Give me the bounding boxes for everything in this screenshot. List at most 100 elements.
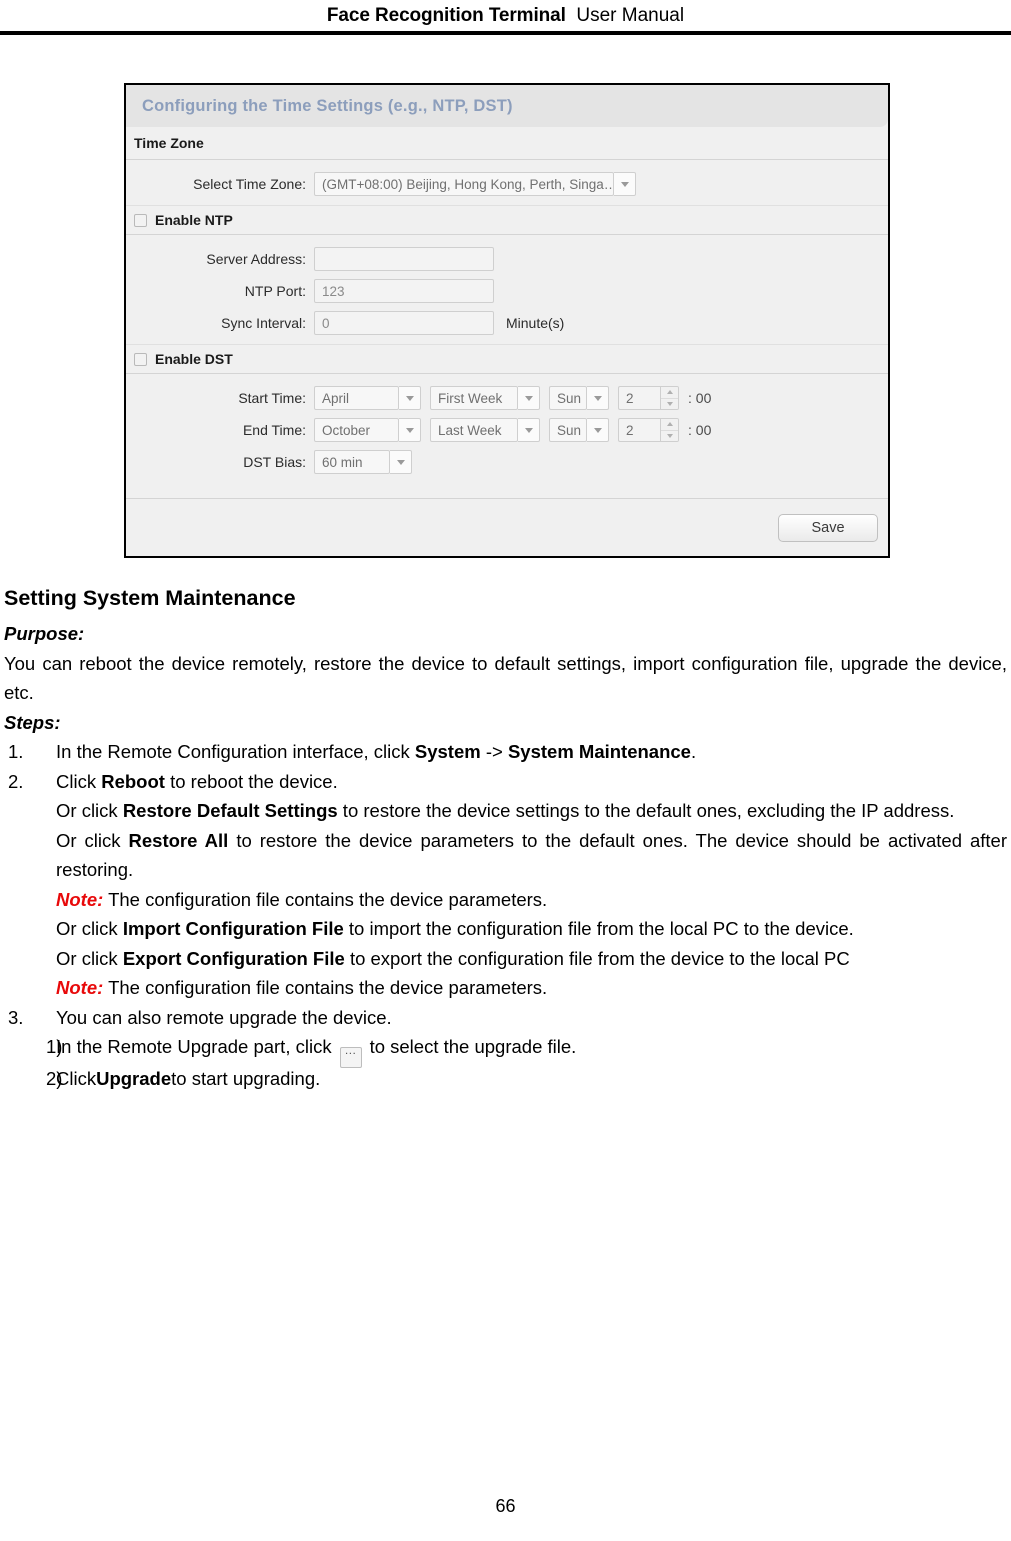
section-heading: Setting System Maintenance	[4, 586, 296, 610]
end-day-dropdown[interactable]: Sun	[549, 418, 609, 442]
save-button[interactable]: Save	[778, 513, 878, 542]
end-week-dropdown[interactable]: Last Week	[430, 418, 540, 442]
dst-bias-dropdown[interactable]: 60 min	[314, 450, 412, 474]
select-time-zone-value: (GMT+08:00) Beijing, Hong Kong, Perth, S…	[314, 172, 614, 196]
step-2-note-1: Note: The configuration file contains th…	[56, 888, 548, 910]
end-month-value: October	[314, 418, 399, 442]
ntp-port-label: NTP Port:	[244, 283, 306, 299]
step-2-line-2: Or click Restore Default Settings to res…	[56, 800, 955, 821]
list-item: 1. In the Remote Configuration interface…	[4, 737, 1007, 767]
dialog-title: Configuring the Time Settings (e.g., NTP…	[142, 96, 513, 115]
start-time-row: Start Time: April First Week Sun 2: 00	[126, 383, 888, 413]
start-week-dropdown[interactable]: First Week	[430, 386, 540, 410]
start-week-value: First Week	[430, 386, 518, 410]
substep-2-text: Click Upgrade to start upgrading.	[56, 1068, 321, 1089]
stepper-up-icon[interactable]	[661, 387, 678, 399]
start-month-dropdown[interactable]: April	[314, 386, 421, 410]
dialog-body: Time Zone Select Time Zone: (GMT+08:00) …	[126, 127, 888, 483]
sync-interval-row: Sync Interval: 0 Minute(s)	[126, 308, 888, 338]
dialog-titlebar: Configuring the Time Settings (e.g., NTP…	[126, 85, 888, 127]
chevron-down-icon	[399, 386, 421, 410]
page-header: Face Recognition Terminal User Manual	[0, 0, 1011, 29]
step-3-number: 3.	[8, 1006, 24, 1028]
substep-1-number: 1)	[46, 1036, 63, 1057]
server-address-input[interactable]	[314, 247, 494, 271]
start-hour-stepper-buttons[interactable]	[660, 386, 679, 410]
sync-interval-unit: Minute(s)	[506, 315, 565, 331]
chevron-down-icon	[518, 418, 540, 442]
list-item: 2. Click Reboot to reboot the device. Or…	[4, 767, 1007, 1003]
dst-bias-label: DST Bias:	[243, 454, 306, 470]
end-hour-stepper[interactable]: 2	[618, 418, 679, 442]
steps-list: 1. In the Remote Configuration interface…	[4, 737, 1007, 1094]
select-time-zone-dropdown[interactable]: (GMT+08:00) Beijing, Hong Kong, Perth, S…	[314, 172, 636, 196]
select-time-zone-row: Select Time Zone: (GMT+08:00) Beijing, H…	[126, 169, 888, 199]
purpose-text: You can reboot the device remotely, rest…	[4, 652, 1007, 704]
end-hour-stepper-buttons[interactable]	[660, 418, 679, 442]
step-3-sublist: 1) In the Remote Upgrade part, click… to …	[4, 1032, 1007, 1094]
start-month-value: April	[314, 386, 399, 410]
enable-ntp-checkbox[interactable]	[134, 213, 147, 227]
end-hour-value: 2	[618, 418, 660, 442]
step-2-note-2: Note: The configuration file contains th…	[56, 977, 548, 998]
header-divider	[0, 31, 1011, 35]
purpose-label: Purpose:	[4, 623, 85, 644]
step-2-line-4: Or click Import Configuration File to im…	[56, 918, 854, 939]
step-1-number: 1.	[8, 741, 24, 762]
document-body: Setting System Maintenance Purpose: You …	[4, 581, 1007, 1094]
sync-interval-input[interactable]: 0	[314, 311, 494, 335]
dialog-footer: Save	[126, 498, 888, 556]
start-hour-stepper[interactable]: 2	[618, 386, 679, 410]
time-zone-rows: Select Time Zone: (GMT+08:00) Beijing, H…	[126, 160, 888, 205]
enable-ntp-row[interactable]: Enable NTP	[126, 205, 888, 235]
step-2-line-5: Or click Export Configuration File to ex…	[56, 947, 850, 969]
stepper-down-icon[interactable]	[661, 430, 678, 441]
server-address-row: Server Address:	[126, 244, 888, 274]
end-week-value: Last Week	[430, 418, 518, 442]
page-number: 66	[495, 1496, 516, 1516]
step-2-text: Click Reboot to reboot the device. Or cl…	[56, 767, 1007, 1003]
chevron-down-icon	[518, 386, 540, 410]
end-day-value: Sun	[549, 418, 587, 442]
start-minute-value: : 00	[688, 390, 712, 406]
enable-dst-checkbox[interactable]	[134, 352, 147, 366]
chevron-down-icon	[399, 418, 421, 442]
chevron-down-icon	[390, 450, 412, 474]
stepper-up-icon[interactable]	[661, 419, 678, 431]
ntp-port-row: NTP Port: 123	[126, 276, 888, 306]
end-time-row: End Time: October Last Week Sun 2: 00	[126, 415, 888, 445]
dst-bias-row: DST Bias: 60 min	[126, 447, 888, 477]
list-item: 3. You can also remote upgrade the devic…	[4, 1003, 1007, 1033]
step-3-text: You can also remote upgrade the device.	[56, 1006, 392, 1028]
start-time-label: Start Time:	[238, 390, 306, 406]
list-item: 1) In the Remote Upgrade part, click… to …	[4, 1032, 1007, 1068]
start-day-value: Sun	[549, 386, 587, 410]
substep-1-text: In the Remote Upgrade part, click… to sel…	[56, 1032, 1007, 1068]
step-2-line-1: Click Reboot to reboot the device.	[56, 770, 338, 792]
enable-dst-label: Enable DST	[155, 351, 233, 367]
list-item: 2) Click Upgrade to start upgrading.	[4, 1064, 1007, 1094]
enable-dst-row[interactable]: Enable DST	[126, 344, 888, 374]
step-2-line-3: Or click Restore All to restore the devi…	[56, 829, 1007, 881]
manual-product-title: Face Recognition Terminal	[326, 5, 566, 26]
dst-rows: Start Time: April First Week Sun 2: 00 …	[126, 374, 888, 483]
start-day-dropdown[interactable]: Sun	[549, 386, 609, 410]
chevron-down-icon	[614, 172, 636, 196]
manual-doc-type: User Manual	[576, 5, 685, 26]
step-1-text: In the Remote Configuration interface, c…	[56, 741, 697, 762]
chevron-down-icon	[587, 418, 609, 442]
step-2-number: 2.	[8, 770, 24, 792]
chevron-down-icon	[587, 386, 609, 410]
end-month-dropdown[interactable]: October	[314, 418, 421, 442]
steps-label: Steps:	[4, 711, 61, 733]
select-time-zone-label: Select Time Zone:	[193, 176, 306, 192]
sync-interval-label: Sync Interval:	[221, 315, 306, 331]
ntp-port-input[interactable]: 123	[314, 279, 494, 303]
end-time-label: End Time:	[242, 422, 306, 438]
end-minute-value: : 00	[688, 422, 712, 438]
stepper-down-icon[interactable]	[661, 398, 678, 409]
time-zone-section-heading: Time Zone	[126, 127, 888, 160]
ntp-rows: Server Address: NTP Port: 123 Sync Inter…	[126, 235, 888, 344]
server-address-label: Server Address:	[206, 251, 306, 267]
time-settings-screenshot: Configuring the Time Settings (e.g., NTP…	[124, 83, 890, 558]
